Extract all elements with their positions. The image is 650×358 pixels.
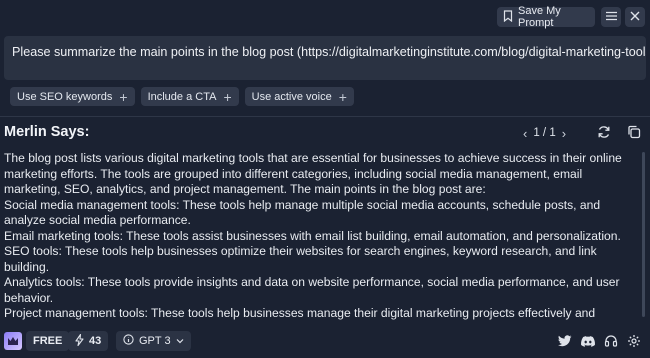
response-pager: ‹ 1 / 1 › bbox=[523, 124, 566, 142]
close-icon bbox=[630, 8, 640, 26]
copy-icon[interactable] bbox=[627, 125, 641, 144]
response-paragraph: Analytics tools: These tools provide ins… bbox=[4, 275, 620, 305]
credits-badge[interactable]: 43 bbox=[68, 331, 109, 351]
response-scrollbar[interactable] bbox=[642, 152, 645, 317]
plan-label: FREE bbox=[33, 335, 63, 347]
refresh-icon[interactable] bbox=[597, 125, 611, 144]
top-bar: Save My Prompt bbox=[0, 0, 650, 34]
response-paragraph: Project management tools: These tools he… bbox=[4, 306, 596, 320]
plus-icon: + bbox=[223, 88, 232, 105]
pager-count: 1 / 1 bbox=[533, 127, 556, 139]
response-body: The blog post lists various digital mark… bbox=[4, 151, 638, 321]
plus-icon: + bbox=[338, 88, 347, 105]
merlin-logo bbox=[4, 332, 22, 350]
response-paragraph: The blog post lists various digital mark… bbox=[4, 151, 622, 196]
response-paragraph: SEO tools: These tools help businesses o… bbox=[4, 244, 597, 274]
menu-button[interactable] bbox=[601, 7, 621, 27]
credits-count: 43 bbox=[89, 335, 102, 347]
prompt-text: Please summarize the main points in the … bbox=[12, 45, 646, 59]
footer-bar: FREE 43 GPT 3 bbox=[0, 330, 650, 352]
suggestion-chips: Use SEO keywords + Include a CTA + Use a… bbox=[10, 87, 354, 107]
info-icon bbox=[123, 334, 134, 348]
lightning-icon bbox=[75, 333, 84, 349]
chip-use-seo-keywords[interactable]: Use SEO keywords + bbox=[10, 87, 135, 106]
chip-label: Use active voice bbox=[251, 90, 332, 103]
close-button[interactable] bbox=[625, 7, 645, 27]
response-title: Merlin Says: bbox=[4, 124, 90, 140]
discord-icon[interactable] bbox=[578, 331, 598, 351]
chevron-right-icon[interactable]: › bbox=[562, 126, 566, 141]
model-label: GPT 3 bbox=[139, 335, 171, 347]
merlin-panel: Save My Prompt Please summarize the main… bbox=[0, 0, 650, 358]
chip-include-a-cta[interactable]: Include a CTA + bbox=[140, 87, 239, 106]
model-selector[interactable]: GPT 3 bbox=[116, 331, 191, 351]
prompt-input[interactable]: Please summarize the main points in the … bbox=[4, 36, 646, 80]
hamburger-icon bbox=[605, 8, 617, 26]
chip-label: Include a CTA bbox=[147, 90, 217, 103]
response-paragraph: Email marketing tools: These tools assis… bbox=[4, 228, 621, 243]
plus-icon: + bbox=[119, 88, 128, 105]
save-prompt-button[interactable]: Save My Prompt bbox=[497, 5, 595, 29]
chip-label: Use SEO keywords bbox=[17, 90, 113, 103]
twitter-icon[interactable] bbox=[555, 331, 575, 351]
divider bbox=[0, 116, 650, 117]
save-prompt-label: Save My Prompt bbox=[518, 5, 561, 29]
plan-badge[interactable]: FREE bbox=[26, 331, 70, 351]
bookmark-icon bbox=[503, 9, 513, 25]
chip-use-active-voice[interactable]: Use active voice + bbox=[244, 87, 354, 106]
settings-gear-icon[interactable] bbox=[624, 331, 644, 351]
headset-icon[interactable] bbox=[601, 331, 621, 351]
response-paragraph: Social media management tools: These too… bbox=[4, 197, 601, 228]
chevron-left-icon[interactable]: ‹ bbox=[523, 126, 527, 141]
chevron-down-icon bbox=[176, 335, 184, 347]
